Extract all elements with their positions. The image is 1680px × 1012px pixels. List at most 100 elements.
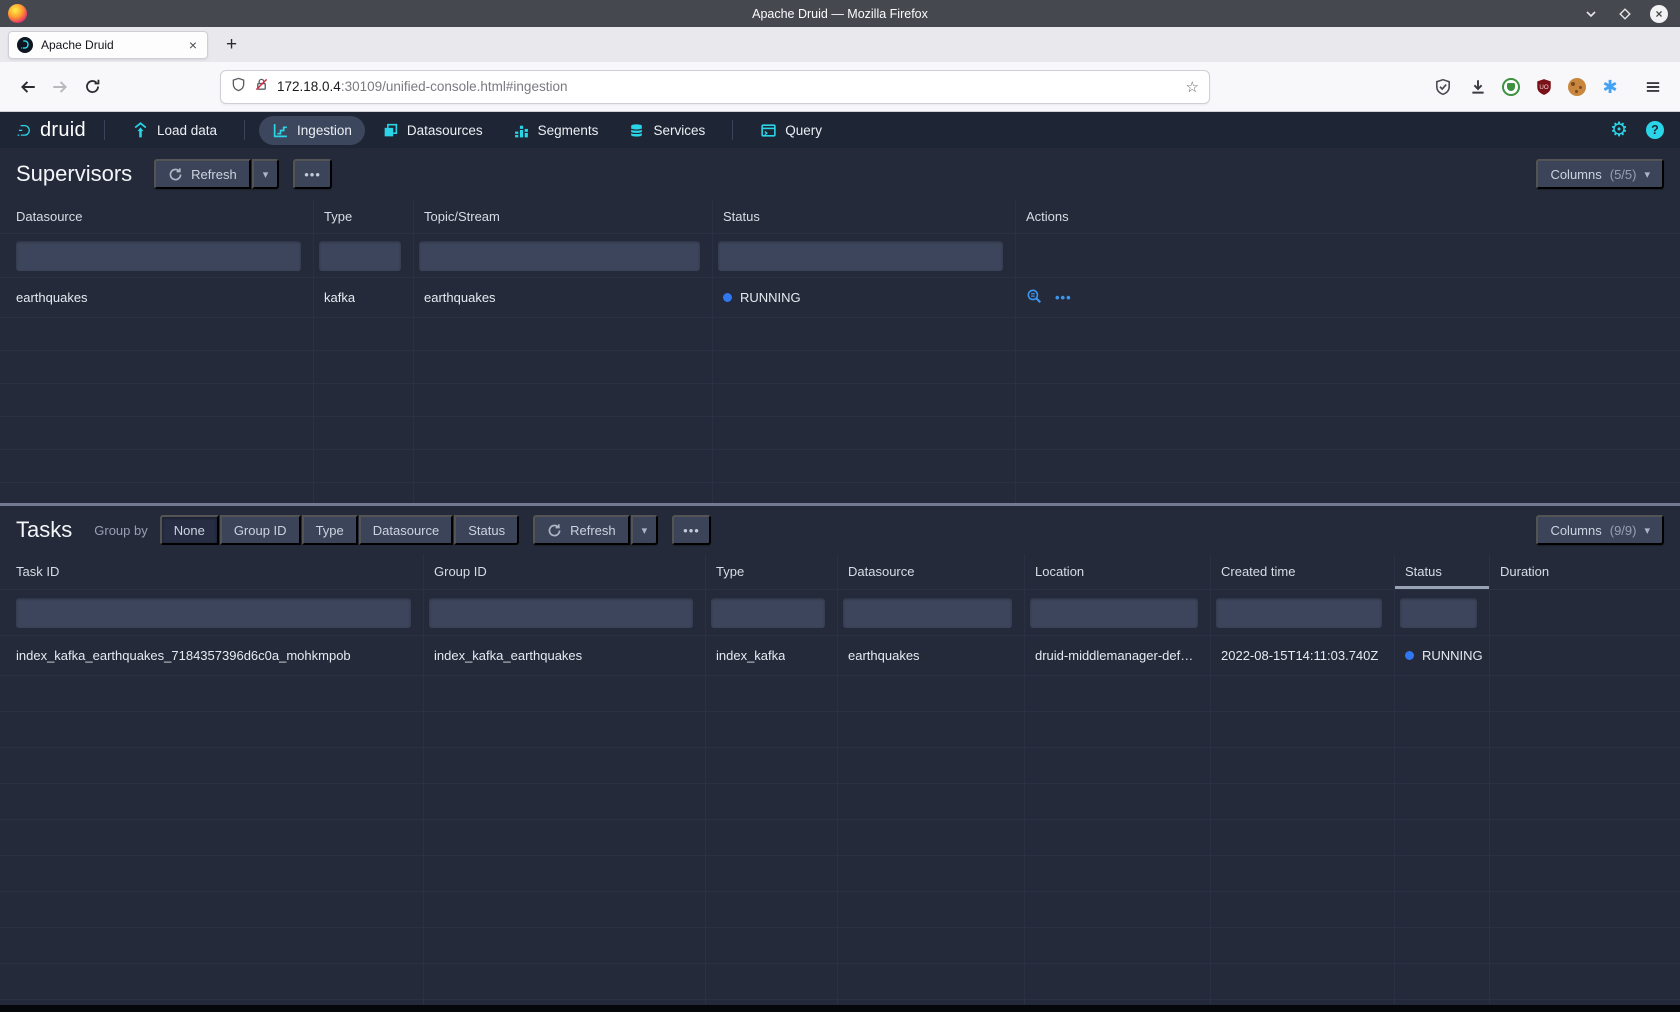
- supervisor-row[interactable]: earthquakes kafka earthquakes RUNNING ••…: [0, 278, 1680, 318]
- minimize-icon[interactable]: [1582, 5, 1600, 23]
- bookmark-star-icon[interactable]: ☆: [1186, 78, 1199, 96]
- supervisors-more-button[interactable]: •••: [293, 159, 332, 189]
- tasks-table-header: Task ID Group ID Type Datasource Locatio…: [0, 554, 1680, 590]
- reload-icon[interactable]: [76, 71, 108, 103]
- group-by-status-button[interactable]: Status: [454, 515, 519, 545]
- load-data-icon: [132, 122, 149, 139]
- cookie-autodelete-icon[interactable]: [1568, 78, 1586, 96]
- chevron-down-icon: ▾: [642, 524, 648, 537]
- group-by-group-id-button[interactable]: Group ID: [220, 515, 301, 545]
- filter-topic-stream-input[interactable]: [419, 241, 700, 271]
- browser-toolbar: 172.18.0.4:30109/unified-console.html#in…: [0, 62, 1680, 112]
- ublock-origin-icon[interactable]: UO: [1533, 76, 1555, 98]
- group-by-type-button[interactable]: Type: [302, 515, 358, 545]
- chevron-down-icon: ▾: [1644, 168, 1650, 181]
- maximize-icon[interactable]: [1616, 5, 1634, 23]
- forward-icon[interactable]: [44, 71, 76, 103]
- tasks-columns-button[interactable]: Columns (9/9) ▾: [1536, 515, 1664, 545]
- nav-item-services[interactable]: Services: [615, 116, 718, 145]
- help-icon[interactable]: ?: [1646, 121, 1664, 139]
- task-group-id: index_kafka_earthquakes: [434, 648, 582, 663]
- column-header-datasource[interactable]: Datasource: [0, 200, 314, 233]
- nav-item-ingestion[interactable]: Ingestion: [259, 116, 365, 145]
- insecure-lock-icon[interactable]: [254, 77, 269, 97]
- columns-count: (9/9): [1610, 523, 1637, 538]
- nav-item-segments[interactable]: Segments: [500, 116, 612, 145]
- downloads-icon[interactable]: [1467, 76, 1489, 98]
- back-icon[interactable]: [12, 71, 44, 103]
- supervisors-table-header: Datasource Type Topic/Stream Status Acti…: [0, 200, 1680, 234]
- inspect-magnifier-icon[interactable]: [1026, 288, 1043, 308]
- nav-item-load-data[interactable]: Load data: [119, 116, 230, 145]
- task-type: index_kafka: [716, 648, 785, 663]
- column-header-status[interactable]: Status: [713, 200, 1016, 233]
- supervisor-status: RUNNING: [740, 290, 801, 305]
- task-status: RUNNING: [1422, 648, 1483, 663]
- settings-gear-icon[interactable]: ⚙: [1610, 120, 1628, 140]
- tasks-more-button[interactable]: •••: [672, 515, 711, 545]
- column-header-task-id[interactable]: Task ID: [0, 554, 424, 589]
- supervisors-columns-button[interactable]: Columns (5/5) ▾: [1536, 159, 1664, 189]
- segments-icon: [513, 122, 530, 139]
- nav-item-label: Query: [785, 123, 822, 138]
- tracking-shield-icon[interactable]: [231, 77, 246, 97]
- filter-type-input[interactable]: [319, 241, 401, 271]
- url-text: 172.18.0.4:30109/unified-console.html#in…: [277, 79, 1178, 94]
- supervisors-refresh-button[interactable]: Refresh: [154, 159, 251, 189]
- column-header-topic-stream[interactable]: Topic/Stream: [414, 200, 713, 233]
- filter-duration-empty: [1490, 590, 1680, 635]
- new-tab-button[interactable]: +: [226, 34, 237, 56]
- tasks-empty-rows: [0, 676, 1680, 1012]
- console-view: Supervisors Refresh ▾ ••• Columns (5/5) …: [0, 148, 1680, 1012]
- column-header-type[interactable]: Type: [314, 200, 414, 233]
- task-row[interactable]: index_kafka_earthquakes_7184357396d6c0a_…: [0, 636, 1680, 676]
- filter-created-time-input[interactable]: [1216, 598, 1382, 628]
- privacy-badger-icon[interactable]: [1502, 78, 1520, 96]
- column-header-type[interactable]: Type: [706, 554, 838, 589]
- column-header-status-sorted[interactable]: Status: [1395, 554, 1490, 589]
- column-header-duration[interactable]: Duration: [1490, 554, 1680, 589]
- nav-item-label: Load data: [157, 123, 217, 138]
- chevron-down-icon: ▾: [263, 168, 269, 181]
- druid-favicon-icon: [17, 37, 33, 53]
- filter-status-input[interactable]: [1400, 598, 1477, 628]
- supervisors-table: Datasource Type Topic/Stream Status Acti…: [0, 200, 1680, 503]
- task-created-time: 2022-08-15T14:11:03.740Z: [1221, 648, 1378, 663]
- nav-item-label: Services: [653, 123, 705, 138]
- url-bar[interactable]: 172.18.0.4:30109/unified-console.html#in…: [220, 70, 1210, 104]
- filter-type-input[interactable]: [711, 598, 825, 628]
- column-header-datasource[interactable]: Datasource: [838, 554, 1025, 589]
- nav-item-datasources[interactable]: Datasources: [369, 116, 496, 145]
- druid-brand[interactable]: druid: [16, 119, 86, 142]
- tasks-refresh-caret-button[interactable]: ▾: [631, 515, 659, 545]
- tab-close-icon[interactable]: ×: [187, 38, 199, 52]
- supervisors-refresh-caret-button[interactable]: ▾: [252, 159, 280, 189]
- druid-navbar: druid Load data Ingestion Datasources: [0, 112, 1680, 148]
- filter-datasource-input[interactable]: [16, 241, 301, 271]
- menu-hamburger-icon[interactable]: [1642, 76, 1664, 98]
- column-header-created-time[interactable]: Created time: [1211, 554, 1395, 589]
- containers-icon[interactable]: ✱: [1599, 76, 1621, 98]
- filter-datasource-input[interactable]: [843, 598, 1012, 628]
- shield-check-icon[interactable]: [1432, 76, 1454, 98]
- group-by-none-button[interactable]: None: [160, 515, 219, 545]
- column-header-group-id[interactable]: Group ID: [424, 554, 706, 589]
- column-header-location[interactable]: Location: [1025, 554, 1211, 589]
- status-running-dot: [1405, 651, 1414, 660]
- tasks-refresh-button[interactable]: Refresh: [533, 515, 630, 545]
- supervisor-datasource: earthquakes: [16, 290, 88, 305]
- services-icon: [628, 122, 645, 139]
- row-actions-more-icon[interactable]: •••: [1055, 290, 1072, 305]
- filter-group-id-input[interactable]: [429, 598, 693, 628]
- nav-item-query[interactable]: Query: [747, 116, 835, 145]
- refresh-icon: [168, 167, 183, 182]
- tab-apache-druid[interactable]: Apache Druid ×: [8, 31, 208, 59]
- filter-location-input[interactable]: [1030, 598, 1198, 628]
- columns-label: Columns: [1550, 523, 1601, 538]
- druid-logo-icon: [16, 122, 33, 139]
- filter-status-input[interactable]: [718, 241, 1003, 271]
- nav-item-label: Ingestion: [297, 123, 352, 138]
- filter-task-id-input[interactable]: [16, 598, 411, 628]
- group-by-datasource-button[interactable]: Datasource: [359, 515, 453, 545]
- close-window-icon[interactable]: ×: [1650, 5, 1668, 23]
